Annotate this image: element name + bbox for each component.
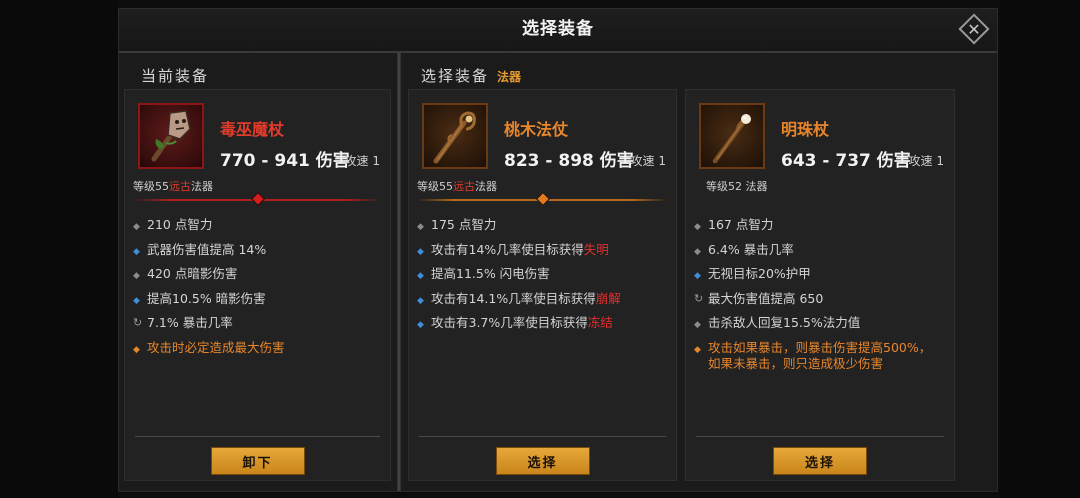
section-divider [397, 53, 401, 491]
item-name: 毒巫魔杖 [220, 120, 285, 139]
item-level: 等级55远古法器 [133, 180, 213, 193]
item-card-option-1[interactable]: 桃木法仗 823 - 898 伤害 攻速 1 等级55远古法器 ◆ 175 点智力… [408, 89, 677, 481]
stat-line: ↻ 最大伤害值提高 650 [694, 290, 824, 306]
item-damage: 823 - 898 伤害 [504, 151, 634, 171]
legendary-stat-line: ◆ 攻击如果暴击，则暴击伤害提高500%， 如果未暴击，则只造成极少伤害 [694, 339, 932, 371]
stat-line: ◆ 420 点暗影伤害 [133, 266, 238, 282]
pearl-staff-icon [699, 103, 765, 169]
background-left [0, 0, 118, 498]
item-damage: 770 - 941 伤害 [220, 151, 350, 171]
item-card-current: 毒巫魔杖 770 - 941 伤害 攻速 1 等级55远古法器 ◆ 210 点智力… [124, 89, 391, 481]
panel-title: 选择装备 [119, 9, 997, 53]
stat-line: ◆ 175 点智力 [417, 217, 497, 232]
stat-line: ◆ 210 点智力 [133, 217, 213, 232]
peachwood-staff-icon [422, 103, 488, 169]
close-button[interactable]: ✕ [957, 12, 991, 46]
card-divider [135, 436, 380, 437]
legendary-stat-line: ◆ 攻击时必定造成最大伤害 [133, 339, 285, 355]
reroll-icon: ↻ [694, 291, 704, 305]
item-attack-speed: 攻速 1 [908, 154, 944, 168]
category-tag: 法器 [497, 70, 522, 84]
item-attack-speed: 攻速 1 [630, 154, 666, 168]
stat-line: ◆ 无视目标20%护甲 [694, 266, 811, 282]
select-equipment-label: 选择装备 法器 [421, 67, 522, 85]
stat-line: ◆ 攻击有3.7%几率使目标获得 冻结 [417, 315, 613, 331]
item-stats: ◆ 175 点智力 ◆ 攻击有14%几率使目标获得 失明 ◆ 提高11.5% 闪电伤害 … [417, 217, 668, 340]
stat-line: ↻ 7.1% 暴击几率 [133, 315, 233, 331]
item-level: 等级52 法器 [706, 180, 768, 193]
card-divider [419, 436, 666, 437]
rarity-gem-icon [250, 191, 266, 207]
stat-line: ◆ 攻击有14%几率使目标获得 失明 [417, 241, 609, 257]
item-level: 等级55远古法器 [417, 180, 497, 193]
select-button[interactable]: 选择 [495, 447, 590, 475]
card-divider [696, 436, 944, 437]
stat-line: ◆ 6.4% 暴击几率 [694, 241, 794, 257]
select-button[interactable]: 选择 [773, 447, 867, 475]
voodoo-staff-icon [138, 103, 204, 169]
background-right [1000, 0, 1080, 498]
item-name: 明珠杖 [781, 120, 830, 139]
item-attack-speed: 攻速 1 [344, 154, 380, 168]
unequip-button[interactable]: 卸下 [210, 447, 305, 475]
item-damage: 643 - 737 伤害 [781, 151, 911, 171]
rarity-gem-icon [535, 191, 551, 207]
stat-line: ◆ 提高11.5% 闪电伤害 [417, 266, 550, 282]
item-card-option-2[interactable]: 明珠杖 643 - 737 伤害 攻速 1 等级52 法器 ◆ 167 点智力 ◆… [685, 89, 955, 481]
current-equipment-label: 当前装备 [141, 67, 210, 85]
stat-line: ◆ 武器伤害值提高 14% [133, 241, 267, 257]
item-stats: ◆ 210 点智力 ◆ 武器伤害值提高 14% ◆ 420 点暗影伤害 ◆ 提高10.5… [133, 217, 382, 365]
close-icon: ✕ [967, 19, 981, 39]
reroll-icon: ↻ [133, 316, 143, 330]
stat-line: ◆ 167 点智力 [694, 217, 774, 232]
equipment-select-panel: 选择装备 ✕ 当前装备 选择装备 法器 毒巫魔杖 770 - 941 伤害 攻速 … [118, 8, 998, 492]
item-stats: ◆ 167 点智力 ◆ 6.4% 暴击几率 ◆ 无视目标20%护甲 ↻ 最大伤害值提高 … [694, 217, 946, 372]
stat-line: ◆ 击杀敌人回复15.5%法力值 [694, 315, 861, 331]
stat-line: ◆ 提高10.5% 暗影伤害 [133, 290, 266, 306]
stat-line: ◆ 攻击有14.1%几率使目标获得 崩解 [417, 290, 621, 306]
item-name: 桃木法仗 [504, 120, 569, 139]
